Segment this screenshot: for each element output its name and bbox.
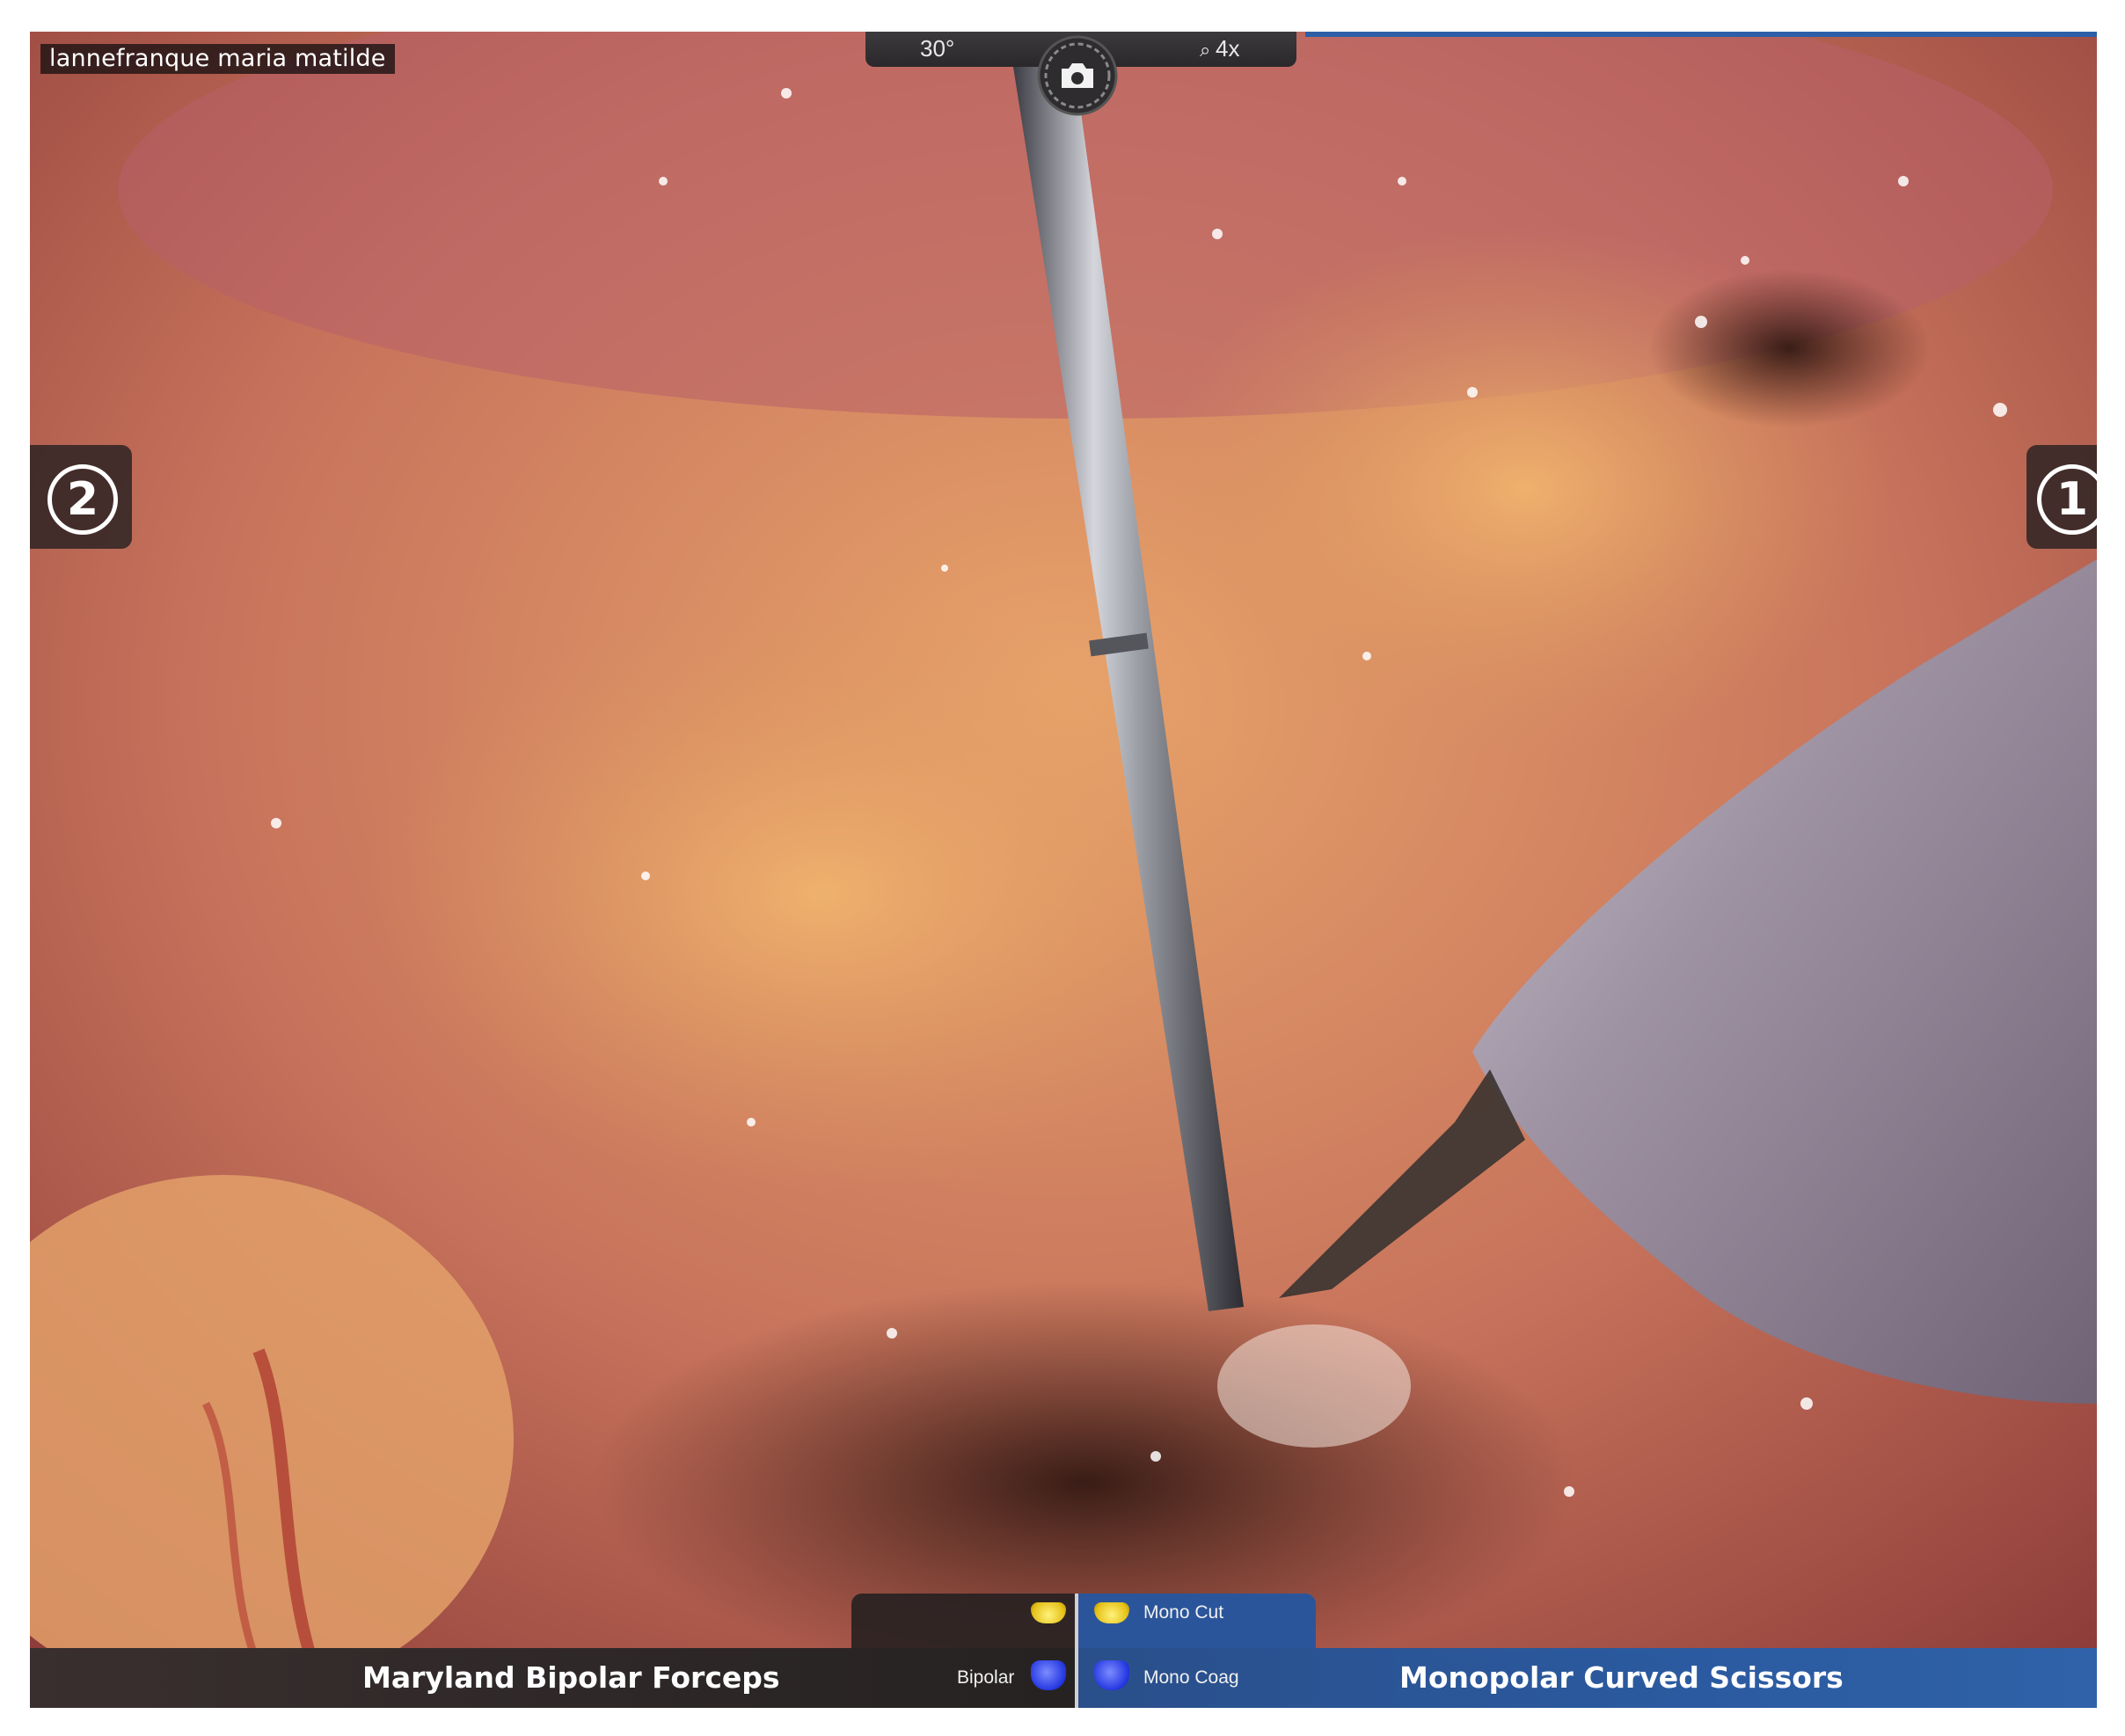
zoom-level: 4x — [1216, 35, 1240, 62]
surgical-scene — [30, 32, 2097, 1708]
endoscope-video-frame: lannefranque maria matilde 30° ⌕ 4x 2 1 M… — [30, 32, 2097, 1708]
top-accent-bar — [1305, 32, 2097, 37]
mono-coag-label: Mono Coag — [1143, 1667, 1239, 1688]
left-instrument-name: Maryland Bipolar Forceps — [362, 1660, 780, 1695]
camera-engaged-icon — [1037, 35, 1118, 116]
patient-name-label: lannefranque maria matilde — [40, 44, 395, 74]
arm-2-indicator: 2 — [30, 445, 132, 549]
arm-2-number: 2 — [47, 464, 118, 535]
zoom-readout: ⌕ 4x — [1200, 35, 1239, 63]
mono-cut-pedal-icon — [1094, 1602, 1129, 1623]
monopolar-pedal-panel: Mono Cut — [1078, 1594, 1316, 1652]
bipolar-label: Bipolar — [957, 1667, 1015, 1688]
instrument-status-bar: Maryland Bipolar Forceps Bipolar Mono Co… — [30, 1594, 2097, 1708]
scope-angle-readout: 30° — [920, 35, 955, 62]
bipolar-pedal-icon — [1031, 1660, 1066, 1690]
bipolar-cut-pedal-icon — [1031, 1602, 1066, 1623]
arm-1-indicator: 1 — [2026, 445, 2097, 549]
right-instrument-name: Monopolar Curved Scissors — [1399, 1660, 1844, 1695]
left-instrument-panel: Maryland Bipolar Forceps Bipolar — [30, 1648, 1075, 1708]
mono-cut-label: Mono Cut — [1143, 1602, 1224, 1623]
mono-coag-pedal-icon — [1094, 1660, 1129, 1690]
magnifier-icon: ⌕ — [1200, 39, 1211, 61]
bipolar-pedal-panel — [851, 1594, 1075, 1652]
arm-1-number: 1 — [2037, 464, 2097, 535]
right-instrument-panel: Mono Coag Monopolar Curved Scissors — [1078, 1648, 2097, 1708]
